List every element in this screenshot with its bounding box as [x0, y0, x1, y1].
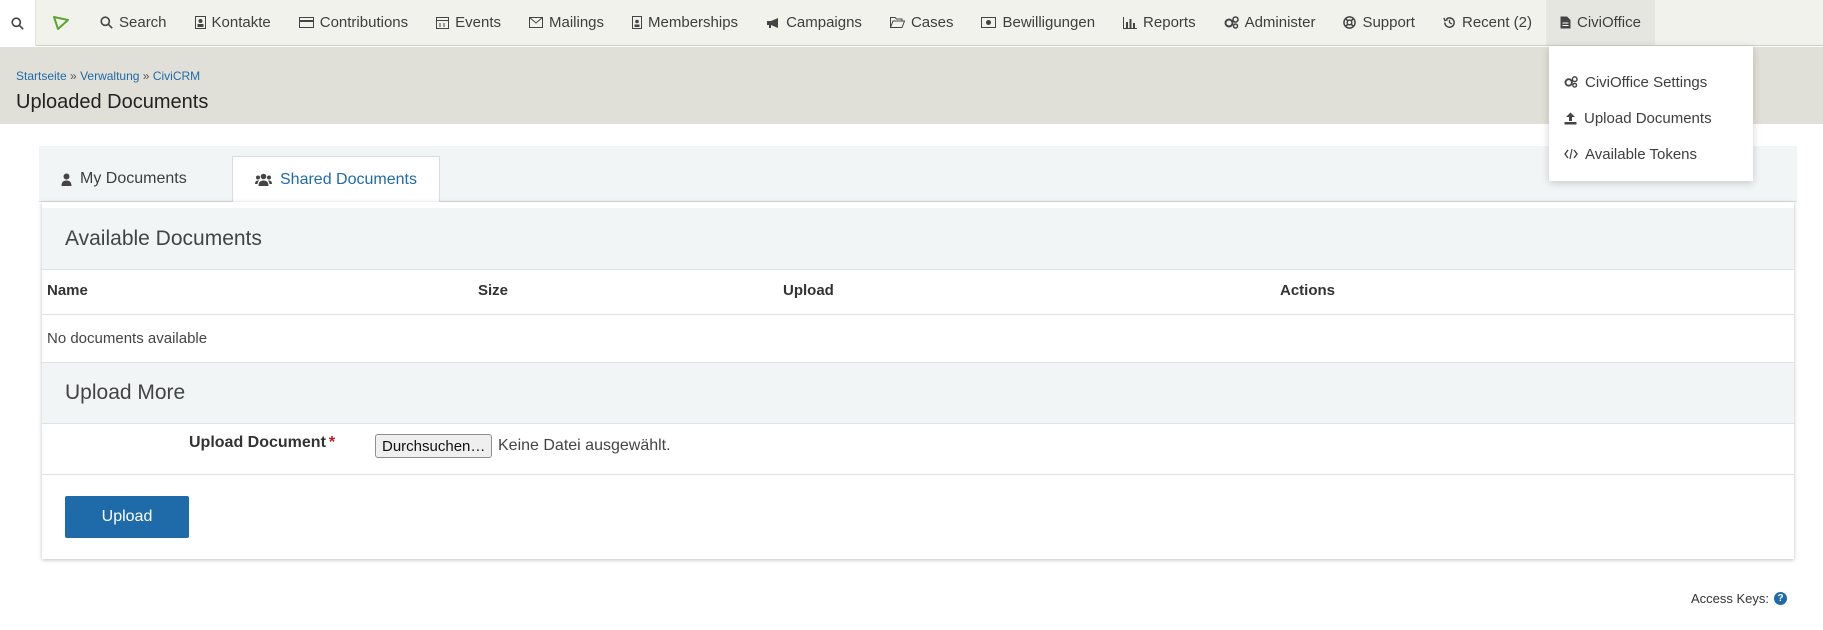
tab-label: Shared Documents	[280, 170, 417, 188]
life-ring-icon	[1343, 16, 1357, 29]
breadcrumb-verwaltung[interactable]: Verwaltung	[80, 69, 139, 83]
available-documents-heading: Available Documents	[42, 208, 1794, 270]
tab-label: My Documents	[80, 170, 187, 187]
breadcrumb-separator: »	[142, 69, 150, 83]
civioffice-dropdown-menu: CiviOffice Settings Upload Documents Ava…	[1549, 46, 1753, 181]
nav-recent-label: Recent (2)	[1461, 14, 1533, 31]
bullhorn-icon	[766, 17, 780, 29]
gears-icon	[1564, 76, 1578, 88]
access-keys: Access Keys: ?	[1691, 591, 1788, 606]
nav-contributions-label: Contributions	[319, 14, 409, 31]
menu-item-label: Upload Documents	[1584, 109, 1712, 127]
users-icon	[255, 173, 272, 186]
upload-document-label: Upload Document *	[189, 434, 335, 452]
menu-item-upload-documents[interactable]: Upload Documents	[1549, 100, 1753, 136]
nav-recent[interactable]: Recent (2)	[1429, 0, 1546, 45]
nav-events-label: Events	[455, 14, 501, 31]
search-icon	[11, 16, 24, 30]
nav-mailings[interactable]: Mailings	[515, 0, 618, 45]
civicrm-logo-icon	[53, 15, 69, 30]
nav-events[interactable]: Events	[422, 0, 515, 45]
nav-administer-label: Administer	[1244, 14, 1316, 31]
nav-civioffice[interactable]: CiviOffice	[1546, 0, 1655, 45]
menu-item-civioffice-settings[interactable]: CiviOffice Settings	[1549, 64, 1753, 100]
menu-item-label: Available Tokens	[1585, 145, 1698, 163]
nav-mailings-label: Mailings	[549, 14, 605, 31]
table-divider	[42, 314, 1794, 315]
nav-reports-label: Reports	[1143, 14, 1196, 31]
column-header-actions: Actions	[1280, 282, 1336, 299]
nav-administer[interactable]: Administer	[1210, 0, 1330, 45]
envelope-icon	[529, 17, 543, 28]
nav-search-label: Search	[119, 14, 167, 31]
file-browse-button[interactable]: Durchsuchen…	[375, 434, 493, 458]
nav-cases-label: Cases	[910, 14, 954, 31]
breadcrumb: Startseite » Verwaltung » CiviCRM	[16, 69, 200, 83]
column-header-name: Name	[47, 282, 88, 299]
nav-memberships[interactable]: Memberships	[618, 0, 752, 45]
upload-button[interactable]: Upload	[65, 496, 189, 538]
history-icon	[1443, 16, 1456, 29]
money-icon	[981, 17, 997, 28]
nav-search[interactable]: Search	[86, 0, 181, 45]
tab-my-documents[interactable]: My Documents	[39, 156, 209, 202]
breadcrumb-startseite[interactable]: Startseite	[16, 69, 67, 83]
access-keys-label: Access Keys:	[1691, 591, 1770, 606]
nav-kontakte[interactable]: Kontakte	[181, 0, 285, 45]
breadcrumb-separator: »	[70, 69, 77, 83]
search-icon	[100, 16, 113, 29]
user-icon	[61, 173, 72, 186]
menu-item-available-tokens[interactable]: Available Tokens	[1549, 136, 1753, 172]
contact-card-icon	[194, 16, 206, 29]
nav-cases[interactable]: Cases	[876, 0, 968, 45]
calendar-icon	[436, 16, 450, 29]
nav-bewilligungen[interactable]: Bewilligungen	[967, 0, 1109, 45]
upload-document-label-text: Upload Document	[189, 434, 326, 451]
empty-documents-message: No documents available	[47, 330, 208, 347]
nav-contributions[interactable]: Contributions	[285, 0, 422, 45]
help-icon[interactable]: ?	[1774, 592, 1788, 605]
nav-campaigns[interactable]: Campaigns	[752, 0, 876, 45]
column-header-size: Size	[478, 282, 509, 299]
nav-reports[interactable]: Reports	[1109, 0, 1210, 45]
folder-open-icon	[889, 17, 905, 28]
quicksearch-button[interactable]	[0, 0, 36, 46]
upload-icon	[1564, 112, 1577, 125]
id-badge-icon	[632, 16, 643, 29]
code-icon	[1564, 148, 1578, 160]
upload-more-heading: Upload More	[42, 362, 1794, 424]
menu-item-label: CiviOffice Settings	[1585, 73, 1708, 91]
required-marker: *	[328, 434, 336, 451]
nav-support-label: Support	[1362, 14, 1415, 31]
nav-support[interactable]: Support	[1329, 0, 1429, 45]
tab-shared-documents[interactable]: Shared Documents	[232, 156, 440, 203]
nav-campaigns-label: Campaigns	[786, 14, 862, 31]
breadcrumb-civicrm[interactable]: CiviCRM	[153, 69, 200, 83]
civicrm-logo[interactable]	[36, 0, 86, 45]
document-tabs: My Documents Shared Documents	[39, 146, 1797, 203]
form-divider	[42, 474, 1794, 475]
nav-memberships-label: Memberships	[648, 14, 739, 31]
page-title: Uploaded Documents	[16, 91, 209, 113]
column-header-upload: Upload	[783, 282, 834, 299]
credit-card-icon	[298, 17, 314, 28]
nav-civioffice-label: CiviOffice	[1577, 14, 1641, 31]
nav-bewilligungen-label: Bewilligungen	[1002, 14, 1096, 31]
no-file-selected-text: Keine Datei ausgewählt.	[498, 437, 671, 454]
nav-kontakte-label: Kontakte	[211, 14, 271, 31]
top-navbar: Search Kontakte Contributions Events Mai…	[0, 0, 1823, 46]
shared-documents-panel: Available Documents Name Size Upload Act…	[42, 202, 1794, 559]
bar-chart-icon	[1123, 16, 1138, 29]
file-icon	[1560, 16, 1571, 29]
gears-icon	[1224, 16, 1239, 29]
